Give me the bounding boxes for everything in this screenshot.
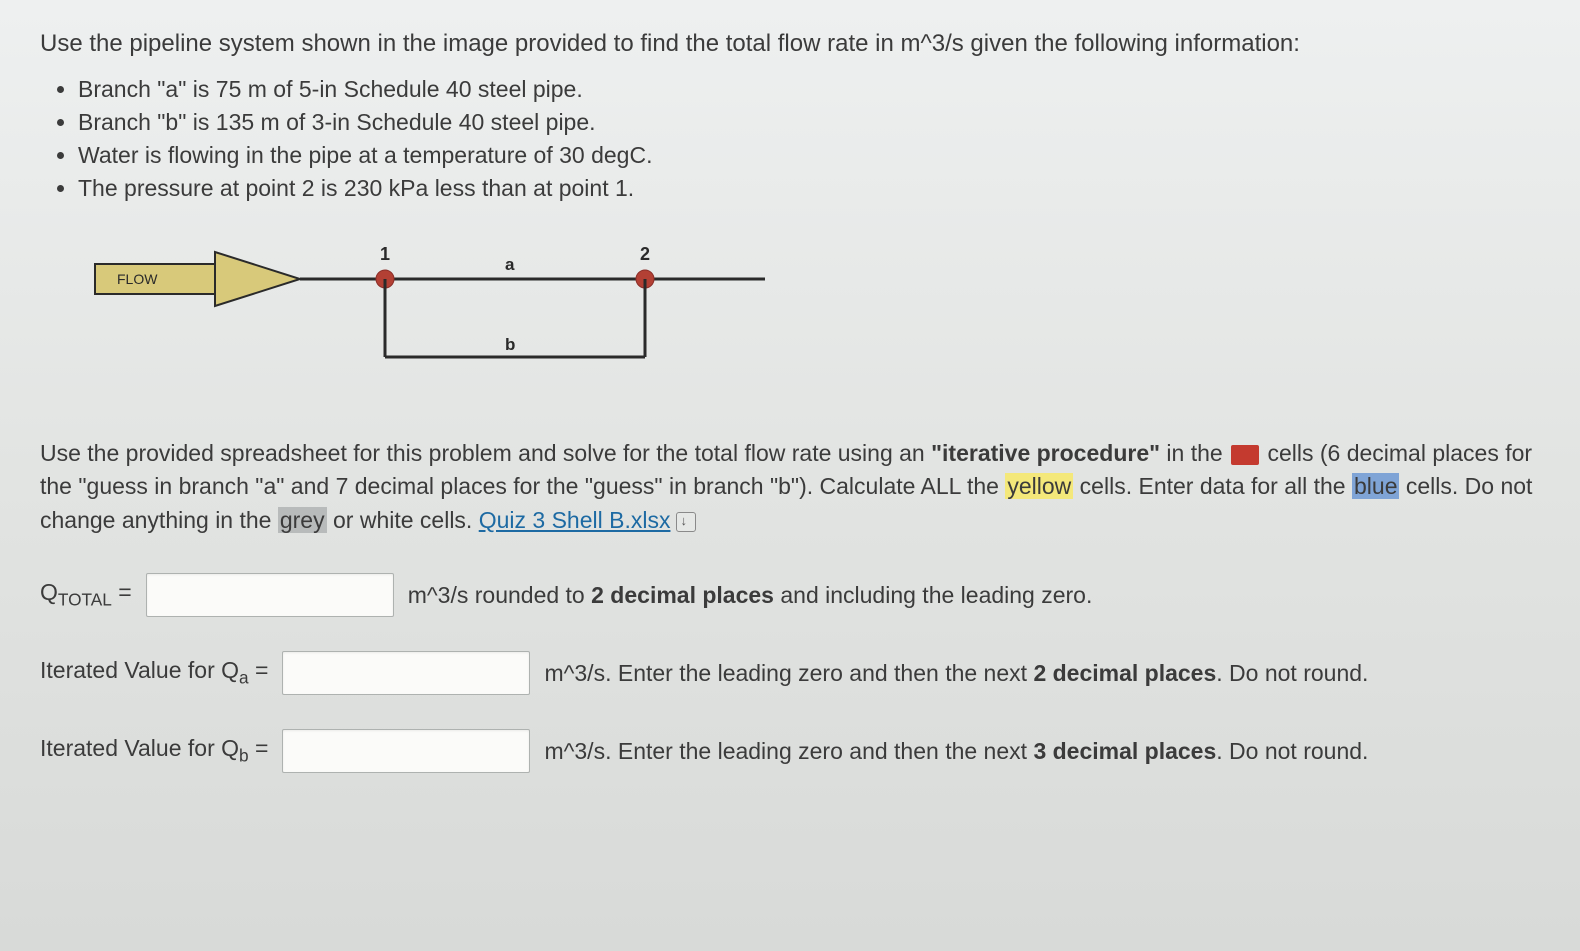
tail-bold: 2 decimal places [591,582,774,608]
q-total-label: QTOTAL = [40,579,132,611]
qa-row: Iterated Value for Qa = m^3/s. Enter the… [40,651,1540,695]
download-icon[interactable] [676,512,696,532]
qb-tail: m^3/s. Enter the leading zero and then t… [544,738,1368,765]
label-frag: Iterated Value for Q [40,657,239,683]
tail-frag: . Do not round. [1216,660,1368,686]
blue-highlight: blue [1352,473,1399,499]
instr-frag-bold: "iterative procedure" [931,440,1160,466]
label-frag: = [112,579,132,605]
tail-frag: m^3/s. Enter the leading zero and then t… [544,660,1033,686]
grey-highlight: grey [278,507,327,533]
label-sub: a [239,668,249,688]
tail-frag: . Do not round. [1216,738,1368,764]
qb-row: Iterated Value for Qb = m^3/s. Enter the… [40,729,1540,773]
yellow-highlight: yellow [1005,473,1073,499]
q-total-tail: m^3/s rounded to 2 decimal places and in… [408,582,1093,609]
node-2-label: 2 [640,244,650,264]
instructions-text: Use the provided spreadsheet for this pr… [40,437,1540,537]
qa-input[interactable] [282,651,530,695]
question-page: Use the pipeline system shown in the ima… [0,0,1580,951]
label-frag: Q [40,579,58,605]
label-frag: = [249,735,269,761]
list-item: Branch "b" is 135 m of 3-in Schedule 40 … [78,109,1540,136]
instr-frag: cells. Enter data for all the [1073,473,1352,499]
label-frag: = [249,657,269,683]
qb-label: Iterated Value for Qb = [40,735,268,767]
instr-frag: Use the provided spreadsheet for this pr… [40,440,931,466]
instr-frag: or white cells. [327,507,479,533]
spreadsheet-link[interactable]: Quiz 3 Shell B.xlsx [479,507,671,533]
q-total-input[interactable] [146,573,394,617]
node-1-label: 1 [380,244,390,264]
list-item: Branch "a" is 75 m of 5-in Schedule 40 s… [78,76,1540,103]
label-sub: TOTAL [58,590,112,610]
tail-frag: m^3/s. Enter the leading zero and then t… [544,738,1033,764]
branch-a-label: a [505,255,515,274]
q-total-row: QTOTAL = m^3/s rounded to 2 decimal plac… [40,573,1540,617]
tail-frag: and including the leading zero. [774,582,1092,608]
red-cell-chip [1231,445,1259,465]
qa-tail: m^3/s. Enter the leading zero and then t… [544,660,1368,687]
pipeline-diagram: FLOW 1 2 a b [75,232,1540,397]
given-info-list: Branch "a" is 75 m of 5-in Schedule 40 s… [50,76,1540,202]
qa-label: Iterated Value for Qa = [40,657,268,689]
list-item: The pressure at point 2 is 230 kPa less … [78,175,1540,202]
tail-frag: m^3/s rounded to [408,582,591,608]
qb-input[interactable] [282,729,530,773]
label-sub: b [239,746,249,766]
intro-text: Use the pipeline system shown in the ima… [40,30,1540,58]
tail-bold: 3 decimal places [1033,738,1216,764]
list-item: Water is flowing in the pipe at a temper… [78,142,1540,169]
tail-bold: 2 decimal places [1033,660,1216,686]
branch-b-label: b [505,335,515,354]
flow-label: FLOW [117,271,158,287]
instr-frag: in the [1160,440,1229,466]
label-frag: Iterated Value for Q [40,735,239,761]
